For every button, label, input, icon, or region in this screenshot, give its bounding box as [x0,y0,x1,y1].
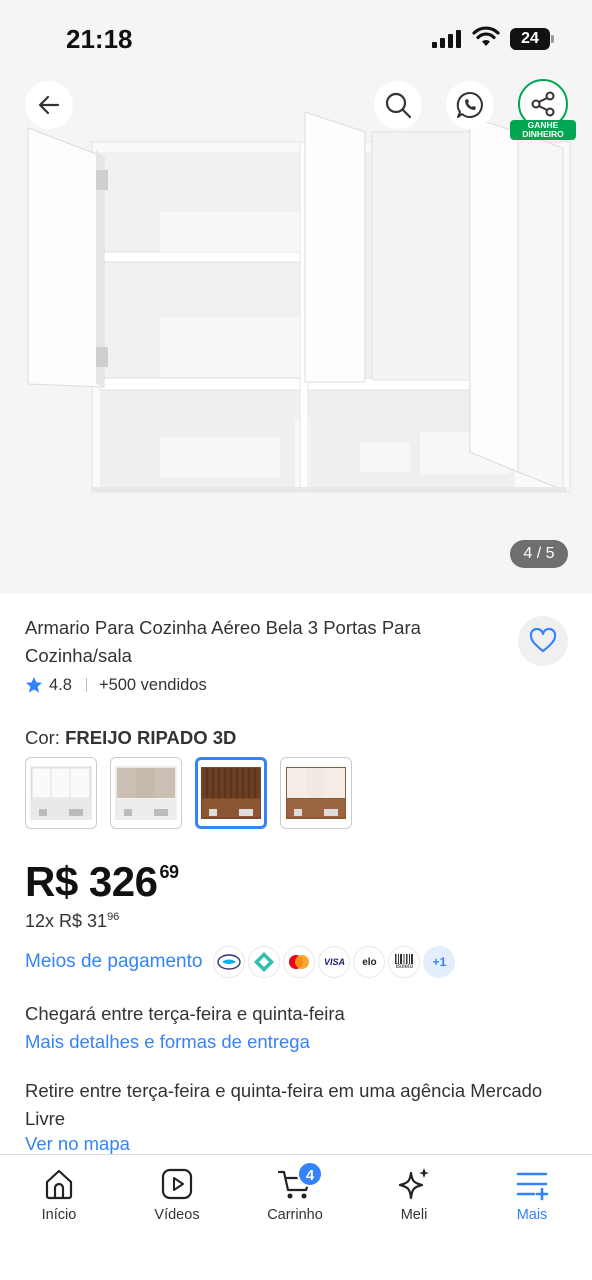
cart-badge: 4 [297,1161,323,1187]
visa-icon: VISA [318,946,351,978]
swatch-off-white-wood[interactable] [280,757,352,829]
nav-more[interactable]: Mais [482,1167,582,1223]
nav-meli-label: Meli [400,1207,428,1223]
favorite-button[interactable] [518,616,568,666]
bottom-navigation: Início Vídeos 4 Carrinho Meli Mais [0,1154,592,1280]
share-icon [531,91,555,117]
swatch-white[interactable] [25,757,97,829]
pix-icon [248,946,281,978]
nav-more-label: Mais [516,1207,548,1223]
sold-count: +500 vendidos [98,675,207,694]
search-button[interactable] [374,81,422,129]
search-icon [385,92,412,119]
cellular-signal-icon [432,30,461,48]
swatch-freijo-ripado[interactable] [195,757,267,829]
battery-tip [551,35,554,43]
color-label: Cor: FREIJO RIPADO 3D [25,727,236,749]
payment-methods: Meios de pagamento VISA elo Boleto +1 [25,946,456,978]
swatch-freijo-image [201,767,261,819]
installments: 12x R$ 3196 [25,911,119,932]
product-image [27,111,571,493]
battery-indicator: 24 [510,28,550,50]
nav-home-label: Início [41,1207,77,1223]
price-cents: 69 [159,862,179,882]
product-gallery[interactable]: GANHE DINHEIRO 4 / 5 [0,72,592,594]
home-icon [45,1169,73,1200]
payment-methods-link[interactable]: Meios de pagamento [25,951,202,973]
whatsapp-share-button[interactable] [446,81,494,129]
delivery-details-link[interactable]: Mais detalhes e formas de entrega [25,1031,310,1053]
status-time: 21:18 [66,24,133,54]
back-arrow-icon [38,95,60,115]
menu-plus-icon [516,1172,549,1201]
price: R$ 326 69 [25,858,179,906]
installment-cents: 96 [107,911,120,923]
rating-row[interactable]: 4.8 +500 vendidos [25,673,207,697]
color-label-prefix: Cor: [25,727,60,748]
color-swatches [25,757,352,829]
mastercard-icon [283,946,316,978]
pickup-estimate: Retire entre terça-feira e quinta-feira … [25,1080,543,1129]
boleto-icon: Boleto [388,946,421,978]
more-payment-methods[interactable]: +1 [423,946,456,978]
nav-videos-label: Vídeos [154,1207,200,1223]
price-main: R$ 326 [25,858,158,905]
swatch-offwhite-image [286,767,346,819]
back-button[interactable] [25,81,73,129]
earn-money-badge: GANHE DINHEIRO [510,120,576,140]
swatch-white-image [30,766,92,820]
nav-meli[interactable]: Meli [364,1167,464,1223]
status-bar: 21:18 24 [0,0,592,72]
star-icon [25,676,43,693]
nav-cart[interactable]: 4 Carrinho [245,1161,345,1223]
boleto-label: Boleto [395,964,413,970]
view-map-link[interactable]: Ver no mapa [25,1133,130,1155]
video-icon [161,1168,193,1200]
rating-value: 4.8 [49,675,72,694]
heart-icon [529,628,557,653]
swatch-beige-image [115,766,177,820]
image-counter: 4 / 5 [510,540,568,568]
swatch-beige[interactable] [110,757,182,829]
whatsapp-icon [456,91,483,118]
nav-cart-label: Carrinho [267,1207,323,1223]
nav-home[interactable]: Início [9,1167,109,1223]
elo-icon: elo [353,946,386,978]
mercado-pago-icon [213,946,246,978]
wifi-icon [472,26,500,46]
sparkle-icon [398,1168,429,1200]
rating-separator [85,678,87,692]
delivery-estimate: Chegará entre terça-feira e quinta-feira [25,1003,345,1024]
color-value: FREIJO RIPADO 3D [65,727,237,748]
product-title: Armario Para Cozinha Aéreo Bela 3 Portas… [25,617,421,666]
installment-value: 12x R$ 31 [25,911,108,931]
nav-videos[interactable]: Vídeos [127,1167,227,1223]
